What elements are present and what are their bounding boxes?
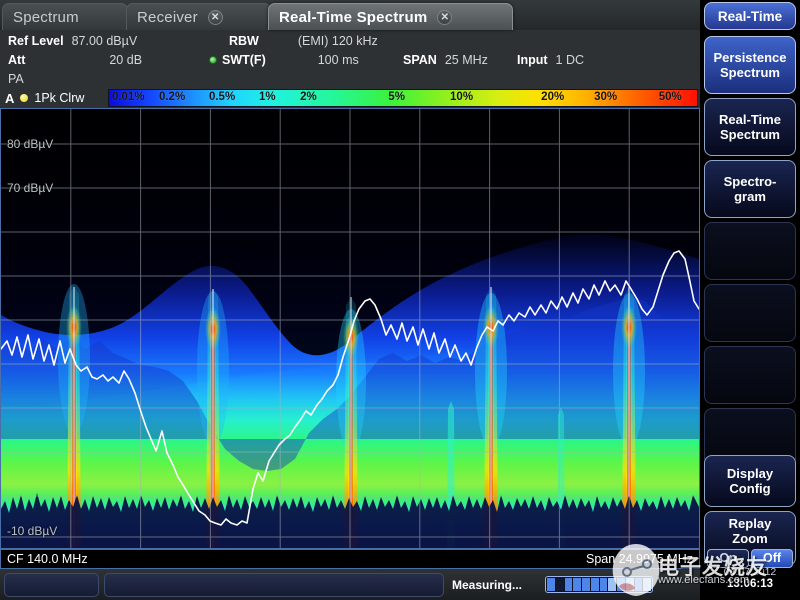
tab-receiver[interactable]: Receiver ✕ — [126, 3, 271, 30]
softkey-display-config[interactable]: Display Config — [704, 455, 796, 507]
softkey-label-line1: Replay — [729, 516, 772, 531]
trace-color-dot-icon — [20, 94, 28, 102]
frequency-footer: CF 140.0 MHz Span 24.9975 MHz — [0, 549, 700, 569]
softkey-empty-2[interactable] — [704, 284, 796, 342]
real-time-spectrum-plot[interactable]: 80 dBµV 70 dBµV -10 dBµV — [0, 108, 700, 549]
color-bar-tick-2: 0.5% — [209, 91, 235, 103]
softkey-replay-zoom[interactable]: Replay Zoom On Off — [704, 511, 796, 566]
plot-canvas — [1, 109, 699, 548]
close-icon[interactable]: ✕ — [208, 10, 223, 25]
softkey-label-line2: Config — [729, 481, 770, 496]
swt-label: SWT(F) — [222, 53, 266, 67]
softkey-empty-1[interactable] — [704, 222, 796, 280]
softkey-title: Real-Time — [704, 2, 796, 30]
input-label: Input — [517, 53, 548, 67]
softkey-label-line2: Spectrum — [720, 127, 780, 142]
tab-receiver-label: Receiver — [137, 9, 198, 26]
persistence-color-bar[interactable]: 0.01% 0.2% 0.5% 1% 2% 5% 10% 20% 30% 50% — [108, 89, 698, 107]
span-label: SPAN — [403, 53, 437, 67]
measuring-status-label: Measuring... — [452, 578, 522, 592]
ref-level-label: Ref Level — [8, 34, 64, 48]
tab-real-time-spectrum[interactable]: Real-Time Spectrum ✕ — [268, 3, 513, 30]
color-scale-row: A 1Pk Clrw 0.01% 0.2% 0.5% 1% 2% 5% 10% 20% 30% 5… — [0, 88, 700, 108]
softkey-empty-3[interactable] — [704, 346, 796, 404]
softkey-title-label: Real-Time — [718, 9, 782, 24]
measurement-progress-bar — [545, 576, 653, 593]
rbw-label: RBW — [229, 34, 259, 48]
spectrum-analyzer-window: Spectrum Receiver ✕ Real-Time Spectrum ✕… — [0, 0, 800, 600]
color-bar-tick-1: 0.2% — [159, 91, 185, 103]
status-panel-left[interactable] — [4, 573, 99, 597]
rbw-value[interactable]: (EMI) 120 kHz — [298, 34, 378, 48]
color-bar-tick-3: 1% — [259, 91, 276, 103]
softkey-label-line1: Real-Time — [719, 112, 781, 127]
tab-real-time-spectrum-label: Real-Time Spectrum — [279, 9, 427, 26]
color-bar-tick-5: 5% — [388, 91, 405, 103]
ref-level-value[interactable]: 87.00 dBµV — [72, 34, 138, 48]
softkey-real-time-spectrum[interactable]: Real-Time Spectrum — [704, 98, 796, 156]
input-value[interactable]: 1 DC — [556, 53, 584, 67]
status-panel-main[interactable] — [104, 573, 444, 597]
softkey-label-line2: Spectrum — [720, 65, 780, 80]
color-bar-tick-0: 0.01% — [112, 91, 145, 103]
color-bar-tick-7: 20% — [541, 91, 564, 103]
span-value[interactable]: 25 MHz — [445, 53, 488, 67]
close-icon[interactable]: ✕ — [437, 10, 452, 25]
color-bar-tick-6: 10% — [450, 91, 473, 103]
span-value-footer[interactable]: Span 24.9975 MHz — [586, 552, 693, 566]
trace-info: A 1Pk Clrw — [0, 88, 108, 108]
detector-label: 1Pk Clrw — [34, 91, 84, 105]
tab-spectrum[interactable]: Spectrum — [2, 3, 128, 30]
softkey-panel: Real-Time Persistence Spectrum Real-Time… — [700, 0, 800, 600]
softkey-label-line1: Persistence — [714, 50, 787, 65]
window-label: A — [5, 91, 14, 106]
color-bar-tick-9: 50% — [659, 91, 682, 103]
att-label: Att — [8, 53, 25, 67]
softkey-label-line1: Spectro- — [724, 174, 777, 189]
tab-spectrum-label: Spectrum — [13, 9, 79, 26]
softkey-label-line2: gram — [734, 189, 766, 204]
system-date: 04.07.2012 — [700, 566, 800, 578]
sweep-status-led-icon — [209, 56, 217, 64]
pa-label: PA — [8, 72, 24, 86]
softkey-persistence-spectrum[interactable]: Persistence Spectrum — [704, 36, 796, 94]
softkey-label-line1: Display — [727, 466, 773, 481]
color-bar-tick-8: 30% — [594, 91, 617, 103]
softkey-label-line2: Zoom — [732, 531, 767, 546]
system-clock: 13:06:13 — [700, 578, 800, 590]
center-frequency-value[interactable]: CF 140.0 MHz — [7, 552, 88, 566]
measurement-header: Ref Level 87.00 dBµV RBW (EMI) 120 kHz A… — [0, 30, 700, 88]
swt-value[interactable]: 100 ms — [318, 53, 359, 67]
status-bar: Measuring... — [0, 569, 800, 600]
tab-bar: Spectrum Receiver ✕ Real-Time Spectrum ✕ — [0, 0, 700, 30]
att-value[interactable]: 20 dB — [109, 53, 142, 67]
softkey-spectrogram[interactable]: Spectro- gram — [704, 160, 796, 218]
color-bar-tick-4: 2% — [300, 91, 317, 103]
